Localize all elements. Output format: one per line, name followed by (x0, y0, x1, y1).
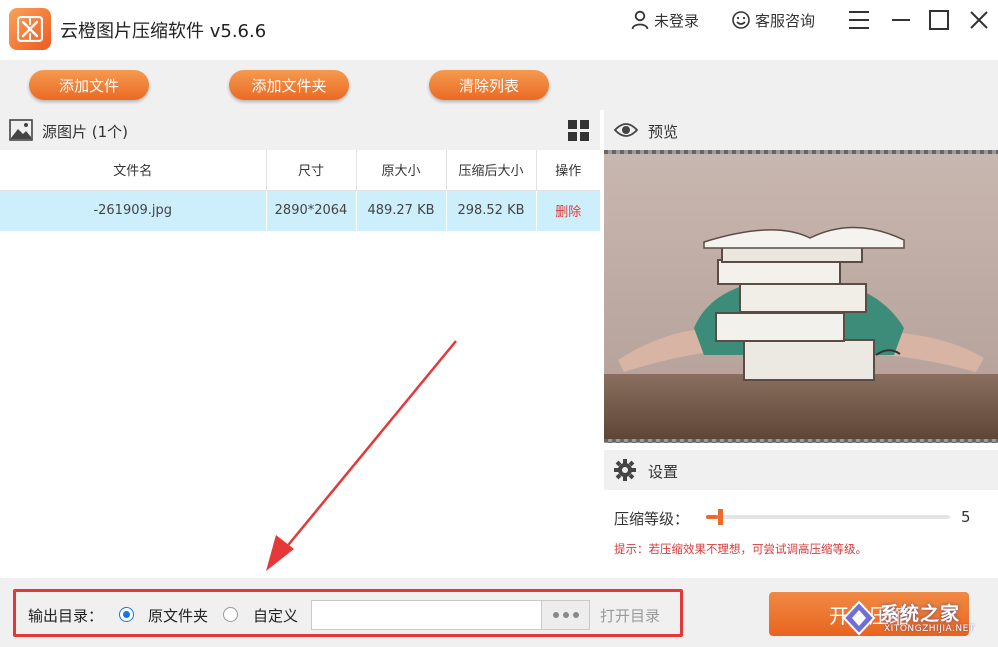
preview-header: 预览 (604, 110, 998, 150)
radio-custom-label[interactable]: 自定义 (253, 605, 298, 626)
customer-service-link[interactable]: 客服咨询 (731, 9, 815, 31)
menu-button[interactable] (846, 7, 872, 33)
file-table: 文件名 尺寸 原大小 压缩后大小 操作 -261909.jpg 2890*206… (0, 150, 600, 231)
toolbar: 添加文件 添加文件夹 清除列表 (0, 60, 998, 110)
smiley-icon (732, 11, 750, 29)
app-title: 云橙图片压缩软件 v5.6.6 (60, 21, 267, 42)
cell-compressed-size: 298.52 KB (446, 190, 537, 231)
output-path-input[interactable] (311, 600, 542, 630)
compression-level-slider[interactable] (706, 509, 950, 525)
minimize-icon (892, 19, 910, 21)
login-label: 未登录 (654, 11, 700, 30)
table-row[interactable]: -261909.jpg 2890*2064 489.27 KB 298.52 K… (0, 190, 600, 231)
watermark-logo-icon (842, 600, 876, 636)
column-header-filename: 文件名 (0, 150, 267, 191)
gear-icon (614, 459, 636, 481)
open-directory-link[interactable]: 打开目录 (600, 605, 660, 626)
cell-action: 删除 (536, 190, 600, 231)
customer-service-label: 客服咨询 (755, 11, 816, 30)
cell-original-size: 489.27 KB (356, 190, 447, 231)
add-folder-button[interactable]: 添加文件夹 (229, 70, 349, 100)
eye-icon (614, 123, 638, 137)
title-bar: 云橙图片压缩软件 v5.6.6 未登录 客服咨询 (0, 0, 998, 60)
settings-title: 设置 (648, 463, 679, 481)
maximize-button[interactable] (926, 7, 952, 33)
minimize-button[interactable] (888, 7, 914, 33)
right-panel: 预览 设置 压缩等级： 5 提示：若压缩效果不理想，可尝试调高压缩等级。 (604, 110, 998, 578)
dot-icon (572, 612, 579, 618)
watermark: 系统之家 XITONGZHIJIA.NET (838, 596, 996, 642)
compression-level-value: 5 (961, 508, 971, 526)
delete-link[interactable]: 删除 (555, 205, 581, 220)
source-title: 源图片 (1个) (42, 123, 129, 141)
clear-list-button[interactable]: 清除列表 (429, 70, 549, 100)
maximize-icon (929, 10, 949, 30)
watermark-text: 系统之家 (880, 603, 961, 625)
close-button[interactable] (966, 7, 992, 33)
image-icon (9, 119, 33, 141)
annotation-arrow-icon (266, 340, 457, 571)
close-icon (970, 11, 988, 29)
source-header: 源图片 (1个) (0, 110, 600, 150)
output-dir-label: 输出目录： (28, 607, 104, 625)
login-link[interactable]: 未登录 (630, 9, 699, 31)
compression-hint: 提示：若压缩效果不理想，可尝试调高压缩等级。 (614, 542, 867, 556)
column-header-original-size: 原大小 (356, 150, 447, 191)
menu-icon (849, 11, 869, 29)
grid-view-icon[interactable] (568, 120, 589, 141)
radio-original-folder[interactable] (119, 607, 134, 622)
cell-filename: -261909.jpg (0, 190, 267, 231)
column-header-action: 操作 (536, 150, 600, 191)
app-logo-icon (9, 8, 51, 50)
slider-thumb[interactable] (718, 509, 723, 525)
table-header: 文件名 尺寸 原大小 压缩后大小 操作 (0, 150, 600, 191)
slider-fill (706, 515, 718, 519)
source-panel: 源图片 (1个) 文件名 尺寸 原大小 压缩后大小 操作 -261909.jpg… (0, 110, 600, 578)
column-header-compressed-size: 压缩后大小 (446, 150, 537, 191)
cell-dimensions: 2890*2064 (266, 190, 357, 231)
dot-icon (552, 612, 559, 618)
preview-title: 预览 (648, 123, 679, 141)
compression-level-label: 压缩等级： (614, 510, 690, 528)
browse-button[interactable] (541, 600, 590, 630)
user-icon (631, 10, 649, 30)
watermark-subtext: XITONGZHIJIA.NET (884, 624, 975, 634)
dot-icon (562, 612, 569, 618)
settings-header: 设置 (604, 450, 998, 490)
preview-image (604, 150, 998, 443)
radio-custom[interactable] (223, 607, 238, 622)
radio-original-folder-label[interactable]: 原文件夹 (148, 605, 208, 626)
add-file-button[interactable]: 添加文件 (29, 70, 149, 100)
column-header-dimensions: 尺寸 (266, 150, 357, 191)
